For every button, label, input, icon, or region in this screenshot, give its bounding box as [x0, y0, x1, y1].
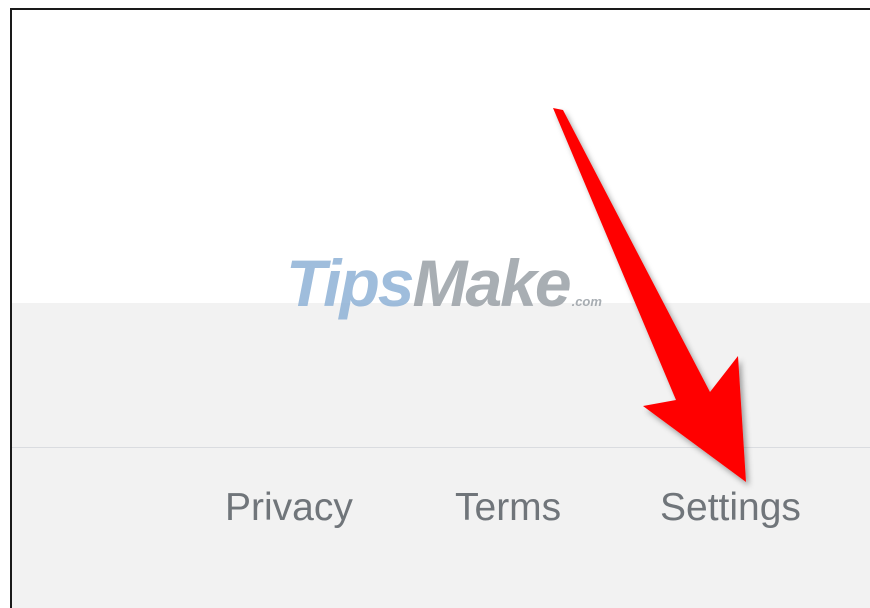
- footer-country-bar: [12, 303, 870, 447]
- page-content-area: [12, 10, 870, 303]
- footer-link-terms[interactable]: Terms: [455, 488, 561, 527]
- footer-link-privacy[interactable]: Privacy: [225, 488, 353, 527]
- footer-link-settings[interactable]: Settings: [660, 488, 801, 527]
